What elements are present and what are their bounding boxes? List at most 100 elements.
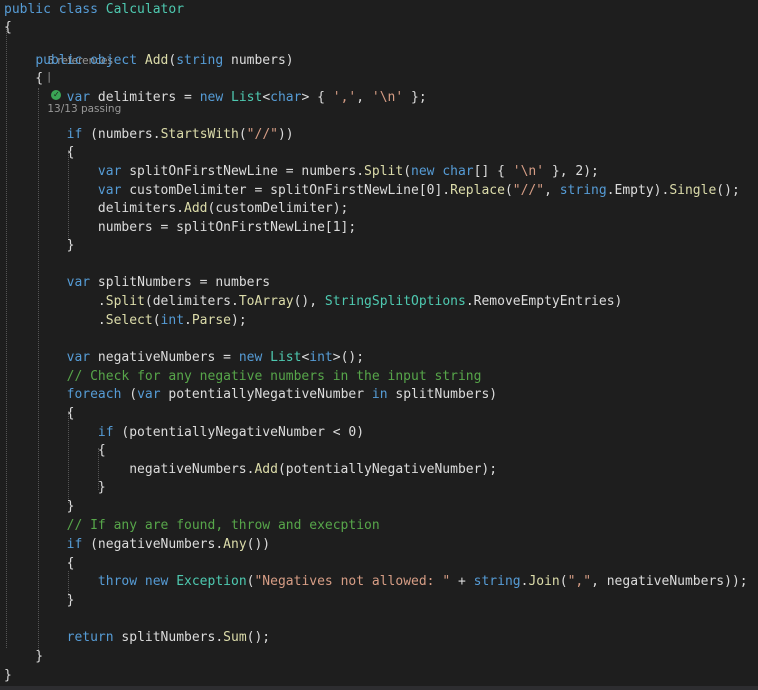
code-token: } [4,238,75,253]
code-token: public class [4,2,106,17]
code-token: Join [528,574,560,589]
code-line: } [4,648,43,666]
code-line: public class Calculator [4,1,184,19]
code-token: StringSplitOptions [324,294,466,309]
code-token: // Check for any negative numbers in the… [66,369,482,384]
code-token: numbers) [223,53,294,68]
code-token: '\n' [512,164,545,179]
code-line: { [4,144,75,162]
code-lens-separator: | [47,71,51,83]
code-token: ',' [332,90,357,105]
code-token: if [97,425,114,440]
code-token: "//" [512,183,545,198]
code-token: )) [277,127,294,142]
code-line: } [4,479,106,497]
code-line: throw new Exception ("Negatives not allow… [4,573,748,591]
code-line: { [4,555,75,573]
code-token: (numbers. [82,127,161,142]
code-token: StartsWith [160,127,239,142]
code-token: } [4,480,106,495]
code-line: var negativeNumbers = new List<int>(); [4,349,364,367]
code-token: }, 2); [544,164,599,179]
code-token: Parse [191,313,231,328]
code-token: new [199,90,231,105]
code-token: foreach [66,387,122,402]
code-token: ( [238,127,247,142]
code-token: } [4,649,44,664]
code-token: + [450,574,474,589]
code-token: var [66,90,91,105]
code-line: if (negativeNumbers.Any()) [4,536,271,554]
code-token: throw new [97,574,177,589]
code-line: } [4,667,12,685]
code-token: ( [403,164,412,179]
code-token: { [4,71,44,86]
code-token: . [4,294,106,309]
code-line: } [4,237,75,255]
code-line: if (numbers.StartsWith("//")) [4,126,294,144]
code-token: ()) [246,537,271,552]
code-token: if [66,127,83,142]
code-token: "," [567,574,592,589]
code-token: >(); [332,350,365,365]
code-token: negativeNumbers. [4,462,255,477]
code-token: Any [223,537,247,552]
code-line: var customDelimiter = splitOnFirstNewLin… [4,182,740,200]
code-token: splitOnFirstNewLine = numbers. [121,164,365,179]
code-token: string [559,183,607,198]
code-token: Add [144,53,169,68]
code-token: . [4,313,106,328]
code-token: { [4,406,75,421]
code-line: foreach (var potentiallyNegativeNumber i… [4,386,498,404]
code-line: { [4,19,12,37]
code-lens[interactable]: 5 references | ✓ 13/13 passing [34,37,121,115]
code-token: var [97,164,122,179]
code-token: customDelimiter = splitOnFirstNewLine[0]… [121,183,451,198]
code-token: Single [669,183,717,198]
code-token: int [309,350,333,365]
code-line: // Check for any negative numbers in the… [4,368,482,386]
code-line: { [4,405,75,423]
code-line: var splitOnFirstNewLine = numbers.Split(… [4,163,599,181]
code-token: [] { [473,164,513,179]
code-token: splitNumbers = numbers [90,275,271,290]
code-token: var [66,275,91,290]
code-line: // If any are found, throw and execption [4,517,380,535]
code-token: ToArray [238,294,294,309]
code-token: delimiters = [90,90,200,105]
code-line: var splitNumbers = numbers [4,274,271,292]
code-token: splitNumbers. [113,630,224,645]
code-token: }; [403,90,427,105]
code-line: return splitNumbers.Sum(); [4,629,271,647]
code-token: negativeNumbers = [90,350,239,365]
code-token: < [262,90,271,105]
code-token: ( [504,183,513,198]
code-token: { [4,20,12,35]
code-line: { [4,442,106,460]
code-token: in [371,387,388,402]
code-token: int [160,313,185,328]
code-token: string [176,53,224,68]
code-line: numbers = splitOnFirstNewLine[1]; [4,219,356,237]
code-editor[interactable]: 5 references | ✓ 13/13 passing public cl… [0,0,758,690]
code-token: var [66,350,91,365]
code-token: char [270,90,302,105]
code-token: Add [254,462,278,477]
code-token: "//" [246,127,278,142]
code-token: Split [105,294,145,309]
horizontal-scrollbar[interactable] [0,686,758,690]
code-token: string [473,574,521,589]
code-token: } [4,668,12,683]
code-line: .Split(delimiters.ToArray(), StringSplit… [4,293,622,311]
code-token: ); [231,313,247,328]
code-token: ( [121,387,138,402]
code-token: public object [35,53,145,68]
